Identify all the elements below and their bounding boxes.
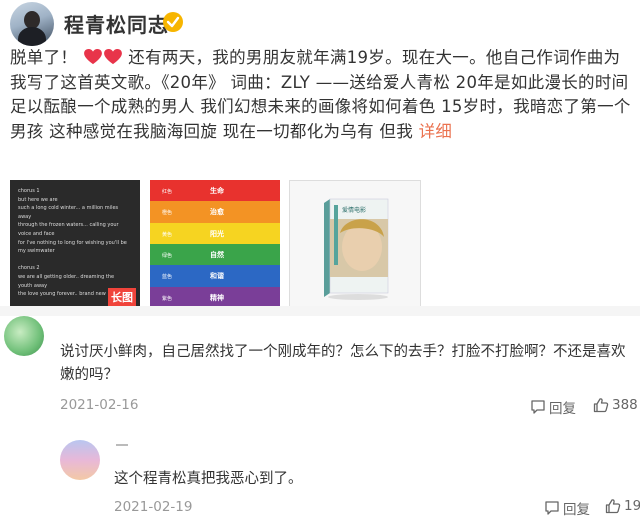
stripe-color-label: 绿色	[162, 252, 173, 259]
reply-name-placeholder	[116, 444, 128, 446]
stripe-color-label: 蓝色	[162, 274, 173, 281]
replier-avatar[interactable]	[60, 440, 100, 480]
reply-date: 2021-02-19	[114, 499, 193, 515]
like-count: 388	[612, 397, 638, 413]
stripe-color-label: 紫色	[162, 295, 173, 302]
book-title: 爱情电影	[342, 206, 366, 214]
lyrics-image[interactable]: the love young forever.. brand new youth …	[10, 180, 140, 308]
rainbow-stripe: 黄色 阳光	[150, 222, 280, 244]
rainbow-stripe: 绿色 自然	[150, 243, 280, 266]
stripe-meaning: 生命	[210, 187, 224, 195]
lyrics-line: such a long cold winter... a million mil…	[18, 205, 119, 212]
stripe-meaning: 治愈	[210, 208, 224, 217]
stripe-meaning: 和谐	[210, 272, 224, 281]
reply-label: 回复	[563, 502, 590, 518]
book-illustration: 爱情电影	[290, 181, 420, 309]
reply-icon	[545, 501, 559, 515]
lyrics-line: but here we are	[18, 196, 58, 203]
lyrics-line: we are all getting older.. dreaming the	[18, 274, 115, 280]
post-text-lead: 脱单了！	[10, 48, 78, 67]
heart-icon	[103, 49, 122, 65]
reply-text: 这个程青松真把我恶心到了。	[114, 471, 303, 487]
reply-button[interactable]: 回复	[530, 397, 576, 417]
heart-icon	[83, 49, 102, 65]
comment-text: 说讨厌小鲜肉，自己居然找了一个刚成年的？怎么下的去手？打脸不打脸啊？不还是喜欢嫩…	[60, 344, 626, 383]
stripe-meaning: 阳光	[210, 229, 224, 238]
lyrics-line: chorus 1	[18, 188, 40, 194]
thumbs-up-icon	[605, 499, 621, 514]
like-button[interactable]: 19	[605, 498, 640, 514]
expand-link[interactable]: 详细	[419, 122, 453, 141]
stripe-meaning: 精神	[210, 293, 224, 302]
rainbow-stripe: 红色 生命	[150, 180, 280, 202]
stripe-color-label: 红色	[162, 189, 173, 195]
author-name[interactable]: 程青松同志	[64, 9, 169, 38]
lyrics-line: through the frozen waters... calling you…	[18, 222, 119, 229]
rainbow-stripe: 蓝色 和谐	[150, 265, 280, 287]
post-text: 脱单了！ 还有两天，我的男朋友就年满19岁。现在大一。他自己作词作曲为我写了这首…	[10, 46, 632, 144]
reply-icon	[531, 400, 545, 414]
rainbow-image[interactable]: 红色 生命橙色 治愈黄色 阳光绿色 自然蓝色 和谐紫色 精神	[150, 180, 280, 308]
rainbow-stripe: 紫色 精神	[150, 286, 280, 308]
lyrics-line: chorus 2	[18, 265, 40, 272]
reply-button[interactable]: 回复	[544, 498, 590, 518]
commenter-avatar[interactable]	[4, 316, 44, 356]
lyrics-line: youth away	[18, 282, 48, 289]
like-count: 19	[624, 498, 640, 514]
long-image-badge: 长图	[108, 288, 136, 306]
comment-date: 2021-02-16	[60, 397, 139, 413]
reply-label: 回复	[549, 401, 576, 417]
lyrics-line: for I've nothing to long for wishing you…	[18, 239, 127, 246]
section-divider	[0, 306, 640, 316]
stripe-meaning: 自然	[210, 250, 224, 259]
thumbs-up-icon	[593, 398, 609, 413]
lyrics-line: voice and face	[18, 231, 55, 237]
like-button[interactable]: 388	[593, 397, 638, 413]
rainbow-stripe: 橙色 治愈	[150, 201, 280, 223]
verified-badge-icon	[163, 12, 183, 32]
lyrics-line: the love young forever.. brand new	[18, 291, 106, 298]
stripe-color-label: 橙色	[162, 210, 173, 217]
author-avatar[interactable]	[10, 2, 54, 46]
lyrics-line: away	[18, 213, 32, 220]
stripe-color-label: 黄色	[162, 231, 173, 238]
book-cover-image[interactable]: 爱情电影	[289, 180, 421, 310]
lyrics-line: my swimwater	[18, 248, 55, 255]
